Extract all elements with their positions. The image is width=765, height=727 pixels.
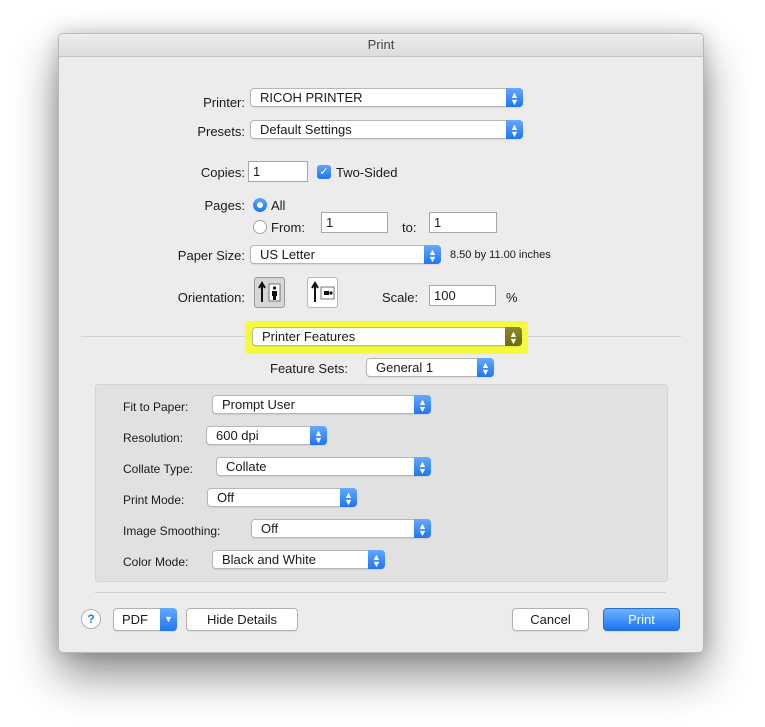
portrait-orientation-button[interactable] — [254, 277, 285, 308]
copies-field[interactable]: 1 — [248, 161, 308, 182]
printer-label: Printer: — [203, 95, 245, 110]
paper-size-value: US Letter — [260, 247, 315, 262]
window-title: Print — [59, 34, 703, 57]
presets-label: Presets: — [197, 124, 245, 139]
feature-label-resolution: Resolution: — [123, 431, 184, 445]
section-popup[interactable]: Printer Features ▲ ▼ — [252, 327, 522, 346]
printer-popup[interactable]: RICOH PRINTER ▲ ▼ — [250, 88, 523, 107]
section-popup-value: Printer Features — [262, 329, 356, 344]
feature-sets-label: Feature Sets: — [270, 361, 349, 376]
chevron-updown-icon: ▲ ▼ — [505, 327, 522, 346]
presets-value: Default Settings — [260, 122, 352, 137]
fit-to-paper-value: Prompt User — [222, 397, 295, 412]
portrait-icon — [258, 281, 281, 302]
scale-label: Scale: — [382, 290, 419, 305]
orientation-label: Orientation: — [177, 290, 245, 305]
hide-details-button[interactable]: Hide Details — [186, 608, 298, 631]
chevron-updown-icon: ▲ ▼ — [424, 245, 441, 264]
cancel-button[interactable]: Cancel — [512, 608, 589, 631]
pages-to-field[interactable]: 1 — [429, 212, 497, 233]
pages-from-radio[interactable] — [253, 220, 267, 234]
print-button[interactable]: Print — [603, 608, 680, 631]
pages-all-radio[interactable] — [253, 198, 267, 212]
feature-label-print-mode: Print Mode: — [123, 493, 185, 507]
pdf-label: PDF — [122, 612, 148, 627]
scale-unit: % — [506, 290, 518, 305]
feature-sets-popup[interactable]: General 1 ▲ ▼ — [366, 358, 494, 377]
resolution-value: 600 dpi — [216, 428, 259, 443]
paper-size-popup[interactable]: US Letter ▲ ▼ — [250, 245, 441, 264]
copies-label: Copies: — [200, 165, 245, 180]
chevron-updown-icon: ▲ ▼ — [414, 457, 431, 476]
chevron-updown-icon: ▲ ▼ — [414, 395, 431, 414]
paper-dimensions: 8.50 by 11.00 inches — [450, 249, 551, 261]
pages-all-label: All — [271, 198, 286, 213]
pdf-button[interactable]: PDF ▼ — [113, 608, 177, 631]
paper-size-label: Paper Size: — [177, 248, 245, 263]
pages-from-label: From: — [271, 220, 305, 235]
image-smoothing-popup[interactable]: Off ▲ ▼ — [251, 519, 431, 538]
feature-label-image-smoothing: Image Smoothing: — [123, 524, 221, 538]
chevron-updown-icon: ▲ ▼ — [340, 488, 357, 507]
print-mode-popup[interactable]: Off ▲ ▼ — [207, 488, 357, 507]
collate-type-value: Collate — [226, 459, 267, 474]
color-mode-popup[interactable]: Black and White ▲ ▼ — [212, 550, 385, 569]
pages-label: Pages: — [204, 198, 245, 213]
footer-divider — [95, 592, 666, 593]
presets-popup[interactable]: Default Settings ▲ ▼ — [250, 120, 523, 139]
fit-to-paper-popup[interactable]: Prompt User ▲ ▼ — [212, 395, 431, 414]
chevron-updown-icon: ▲ ▼ — [506, 120, 523, 139]
feature-sets-value: General 1 — [376, 360, 434, 375]
landscape-orientation-button[interactable] — [307, 277, 338, 308]
feature-label-color-mode: Color Mode: — [123, 555, 189, 569]
resolution-popup[interactable]: 600 dpi ▲ ▼ — [206, 426, 327, 445]
printer-value: RICOH PRINTER — [260, 90, 363, 105]
feature-label-collate-type: Collate Type: — [123, 462, 193, 476]
image-smoothing-value: Off — [261, 521, 279, 536]
chevron-updown-icon: ▲ ▼ — [506, 88, 523, 107]
chevron-updown-icon: ▲ ▼ — [368, 550, 385, 569]
two-sided-label: Two-Sided — [336, 165, 398, 180]
landscape-icon — [311, 281, 335, 302]
feature-label-fit-to-paper: Fit to Paper: — [123, 400, 189, 414]
chevron-updown-icon: ▲ ▼ — [477, 358, 494, 377]
collate-type-popup[interactable]: Collate ▲ ▼ — [216, 457, 431, 476]
scale-field[interactable]: 100 — [429, 285, 496, 306]
two-sided-checkbox[interactable]: ✓ — [317, 165, 331, 179]
pages-to-label: to: — [402, 220, 417, 235]
print-dialog: Print Printer: RICOH PRINTER ▲ ▼ Presets:… — [58, 33, 704, 653]
chevron-down-icon: ▼ — [160, 608, 177, 631]
chevron-updown-icon: ▲ ▼ — [310, 426, 327, 445]
color-mode-value: Black and White — [222, 552, 316, 567]
chevron-updown-icon: ▲ ▼ — [414, 519, 431, 538]
help-button[interactable]: ? — [81, 609, 101, 629]
pages-from-field[interactable]: 1 — [321, 212, 388, 233]
print-mode-value: Off — [217, 490, 235, 505]
